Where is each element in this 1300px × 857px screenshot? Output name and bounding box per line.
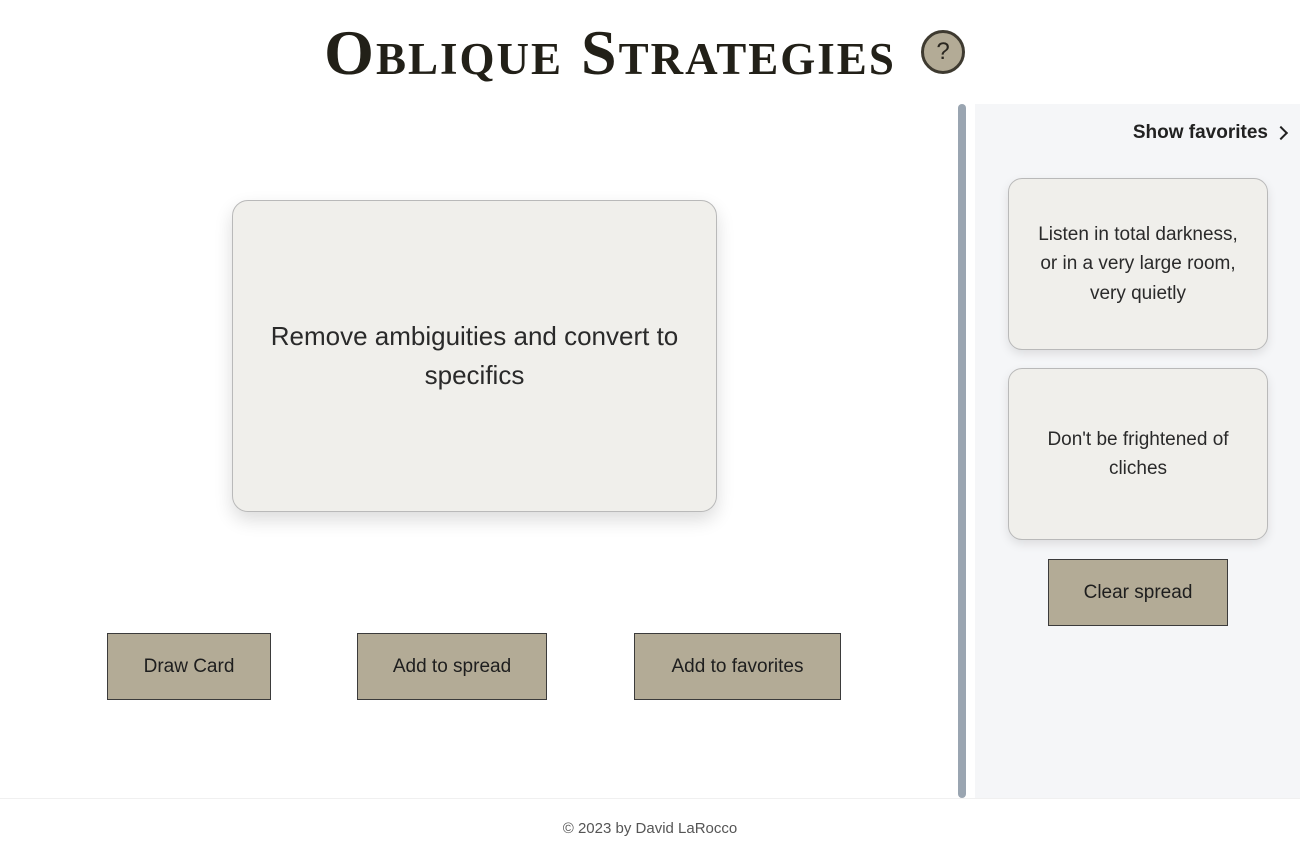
help-button[interactable]: ? [921,30,965,74]
spread-card-text: Listen in total darkness, or in a very l… [1038,223,1238,304]
add-to-spread-button[interactable]: Add to spread [357,633,547,700]
show-favorites-toggle[interactable]: Show favorites [1132,122,1289,144]
header: Oblique Strategies ? [0,0,1300,104]
spread-card-text: Don't be frightened of cliches [1047,428,1229,480]
current-card: Remove ambiguities and convert to specif… [232,200,717,512]
question-icon: ? [936,38,950,65]
clear-spread-button[interactable]: Clear spread [1048,559,1228,626]
add-to-favorites-button[interactable]: Add to favorites [634,633,841,700]
page-title: Oblique Strategies [324,17,896,88]
panel-divider[interactable] [958,104,966,798]
footer: © 2023 by David LaRocco [0,798,1300,857]
chevron-right-icon [1273,125,1289,141]
draw-card-button[interactable]: Draw Card [107,633,271,700]
spread-sidebar: Show favorites Listen in total darkness,… [975,104,1300,798]
copyright-text: © 2023 by David LaRocco [562,819,738,837]
show-favorites-label: Show favorites [1132,122,1268,143]
main-area: Remove ambiguities and convert to specif… [0,104,957,798]
spread-card[interactable]: Listen in total darkness, or in a very l… [1008,178,1268,350]
current-card-text: Remove ambiguities and convert to specif… [270,321,679,390]
spread-card[interactable]: Don't be frightened of cliches [1008,368,1268,540]
